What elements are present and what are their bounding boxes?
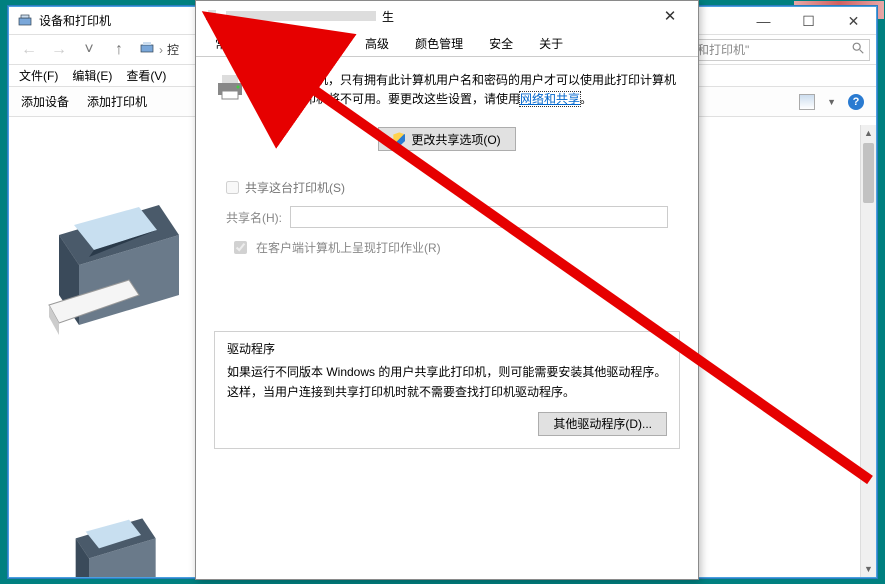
menu-view[interactable]: 查看(V)	[126, 67, 166, 84]
nav-forward-button[interactable]: →	[45, 38, 73, 62]
window-controls: — ☐ ✕	[741, 7, 876, 35]
drivers-group-text: 如果运行不同版本 Windows 的用户共享此打印机，则可能需要安装其他驱动程序…	[227, 363, 667, 401]
breadcrumb-sep: ›	[159, 43, 163, 57]
tab-about[interactable]: 关于	[526, 30, 576, 57]
dialog-body: 如果此打印机，只有拥有此计算机用户名和密码的用户才可以使用此打印计算机睡眠时打印…	[196, 57, 698, 459]
close-button[interactable]: ✕	[831, 7, 876, 35]
network-sharing-link[interactable]: 网络和共享	[520, 92, 580, 106]
other-drivers-button[interactable]: 其他驱动程序(D)...	[538, 412, 667, 436]
search-icon	[851, 41, 865, 58]
help-button[interactable]: ?	[848, 94, 864, 110]
render-client-checkbox	[234, 241, 247, 254]
view-mode-button[interactable]	[799, 94, 815, 110]
minimize-button[interactable]: —	[741, 7, 786, 35]
tab-strip: 常规 共享 端口 高级 颜色管理 安全 关于	[196, 31, 698, 57]
maximize-button[interactable]: ☐	[786, 7, 831, 35]
dialog-close-button[interactable]: ✕	[650, 2, 690, 30]
change-sharing-options-button[interactable]: 更改共享选项(O)	[378, 127, 515, 151]
drivers-group-title: 驱动程序	[227, 340, 667, 357]
share-name-label: 共享名(H):	[226, 209, 282, 226]
view-dropdown-icon[interactable]: ▼	[827, 97, 836, 107]
tab-security[interactable]: 安全	[476, 30, 526, 57]
info-printer-icon	[214, 71, 246, 103]
nav-back-button[interactable]: ←	[15, 38, 43, 62]
nav-up-button[interactable]: ↑	[105, 38, 133, 62]
breadcrumb-item[interactable]: 控	[167, 41, 179, 58]
search-input[interactable]: 备和打印机"	[680, 39, 870, 61]
scroll-down-button[interactable]: ▼	[861, 561, 876, 577]
nav-history-button[interactable]: ˅	[75, 38, 103, 62]
menu-edit[interactable]: 编辑(E)	[72, 67, 112, 84]
dialog-title-suffix: 生	[382, 8, 650, 25]
info-text-part: 此打印机，只有拥有此计算机用户名和密码的用户才可以使用此打印	[280, 73, 640, 87]
tab-ports[interactable]: 端口	[302, 30, 352, 57]
info-text-part: 如果	[256, 73, 280, 87]
tab-color-management[interactable]: 颜色管理	[402, 30, 476, 57]
dialog-titlebar: 生 ✕	[196, 1, 698, 31]
printer-device-item[interactable]	[29, 175, 189, 475]
tab-advanced[interactable]: 高级	[352, 30, 402, 57]
scroll-up-button[interactable]: ▲	[861, 125, 876, 141]
share-printer-label: 共享这台打印机(S)	[245, 179, 345, 196]
add-device-button[interactable]: 添加设备	[21, 93, 69, 110]
share-printer-checkbox	[226, 181, 239, 194]
scrollbar[interactable]: ▲ ▼	[860, 125, 876, 577]
breadcrumb[interactable]: › 控	[135, 40, 183, 59]
drivers-group: 驱动程序 如果运行不同版本 Windows 的用户共享此打印机，则可能需要安装其…	[214, 331, 680, 448]
breadcrumb-icon	[139, 40, 155, 59]
change-btn-label: 更改共享选项(O)	[411, 131, 500, 148]
printer-properties-dialog: 生 ✕ 常规 共享 端口 高级 颜色管理 安全 关于 如果此打印机，只有拥有此计…	[195, 0, 699, 580]
tab-general[interactable]: 常规	[202, 30, 252, 57]
render-client-label: 在客户端计算机上呈现打印作业(R)	[256, 239, 441, 256]
printer-icon	[204, 8, 220, 24]
uac-shield-icon	[393, 132, 405, 146]
tab-sharing[interactable]: 共享	[252, 30, 302, 57]
share-name-input	[290, 206, 668, 228]
add-printer-button[interactable]: 添加打印机	[87, 93, 147, 110]
info-text: 如果此打印机，只有拥有此计算机用户名和密码的用户才可以使用此打印计算机睡眠时打印…	[256, 71, 680, 109]
share-fieldset: 共享这台打印机(S) 共享名(H): 在客户端计算机上呈现打印作业(R)	[214, 169, 680, 271]
redacted-title	[226, 11, 376, 21]
printer-device-item[interactable]	[29, 505, 189, 577]
info-row: 如果此打印机，只有拥有此计算机用户名和密码的用户才可以使用此打印计算机睡眠时打印…	[214, 71, 680, 109]
menu-file[interactable]: 文件(F)	[19, 67, 58, 84]
scroll-thumb[interactable]	[863, 143, 874, 203]
window-icon	[17, 13, 33, 29]
